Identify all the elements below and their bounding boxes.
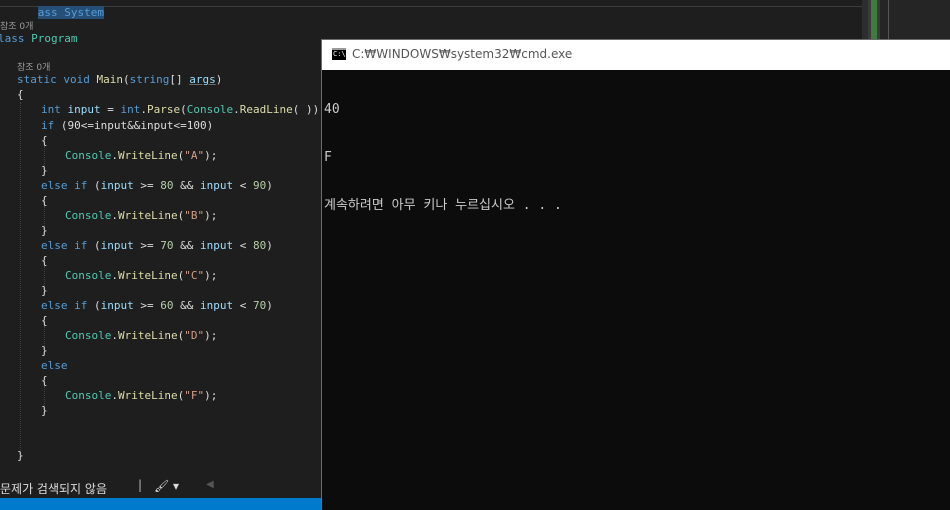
method-open-brace: {	[17, 88, 24, 101]
issues-status-text[interactable]: 문제가 검색되지 않음	[0, 480, 107, 497]
cmd-title-text: C:₩WINDOWS₩system32₩cmd.exe	[352, 47, 573, 61]
writeline-c: Console.WriteLine("C");	[65, 269, 218, 282]
indent-guide	[20, 102, 21, 452]
indent-guide	[44, 266, 45, 286]
writeline-d: Console.WriteLine("D");	[65, 329, 218, 342]
panel-separator	[888, 0, 889, 40]
close-brace: }	[41, 224, 48, 237]
main-declaration: static void Main(string[] args)	[17, 73, 223, 86]
indent-guide	[44, 386, 45, 406]
else-statement: else	[41, 359, 68, 372]
else-if-70: else if (input >= 70 && input < 80)	[41, 239, 273, 252]
class-declaration: lass Program	[0, 32, 78, 45]
cmd-output-line: F	[324, 150, 332, 165]
change-marker	[871, 0, 877, 40]
close-brace: }	[41, 284, 48, 297]
cmd-title-bar[interactable]: C:\ C:₩WINDOWS₩system32₩cmd.exe	[322, 40, 950, 70]
scroll-left-icon[interactable]: ◀	[206, 479, 214, 490]
status-separator: |	[138, 478, 143, 492]
writeline-a: Console.WriteLine("A");	[65, 149, 218, 162]
input-declaration: int input = int.Parse(Console.ReadLine( …	[41, 103, 326, 116]
cmd-output-line: 40	[324, 102, 340, 117]
open-brace: {	[41, 134, 48, 147]
close-brace: }	[41, 404, 48, 417]
indent-guide	[44, 146, 45, 166]
indent-guide	[44, 206, 45, 226]
close-brace: }	[41, 344, 48, 357]
editor-top-border	[0, 6, 862, 7]
close-brace: }	[41, 164, 48, 177]
cmd-output[interactable]: 40 F 계속하려면 아무 키나 누르십시오 . . .	[324, 70, 944, 246]
open-brace: {	[41, 254, 48, 267]
using-fragment: ass System	[37, 6, 104, 19]
code-cleanup-icon[interactable]: 🖌 ▾	[154, 479, 179, 493]
indent-guide	[44, 326, 45, 346]
cmd-window[interactable]: C:\ C:₩WINDOWS₩system32₩cmd.exe 40 F 계속하…	[322, 40, 950, 510]
cmd-output-line: 계속하려면 아무 키나 누르십시오 . . .	[324, 198, 562, 213]
else-if-60: else if (input >= 60 && input < 70)	[41, 299, 273, 312]
writeline-b: Console.WriteLine("B");	[65, 209, 218, 222]
writeline-f: Console.WriteLine("F");	[65, 389, 218, 402]
if-statement: if (90<=input&&input<=100)	[41, 119, 214, 132]
open-brace: {	[41, 194, 48, 207]
open-brace: {	[41, 314, 48, 327]
cmd-icon[interactable]: C:\	[332, 48, 346, 60]
else-if-80: else if (input >= 80 && input < 90)	[41, 179, 273, 192]
method-close-brace: }	[17, 449, 24, 462]
open-brace: {	[41, 374, 48, 387]
